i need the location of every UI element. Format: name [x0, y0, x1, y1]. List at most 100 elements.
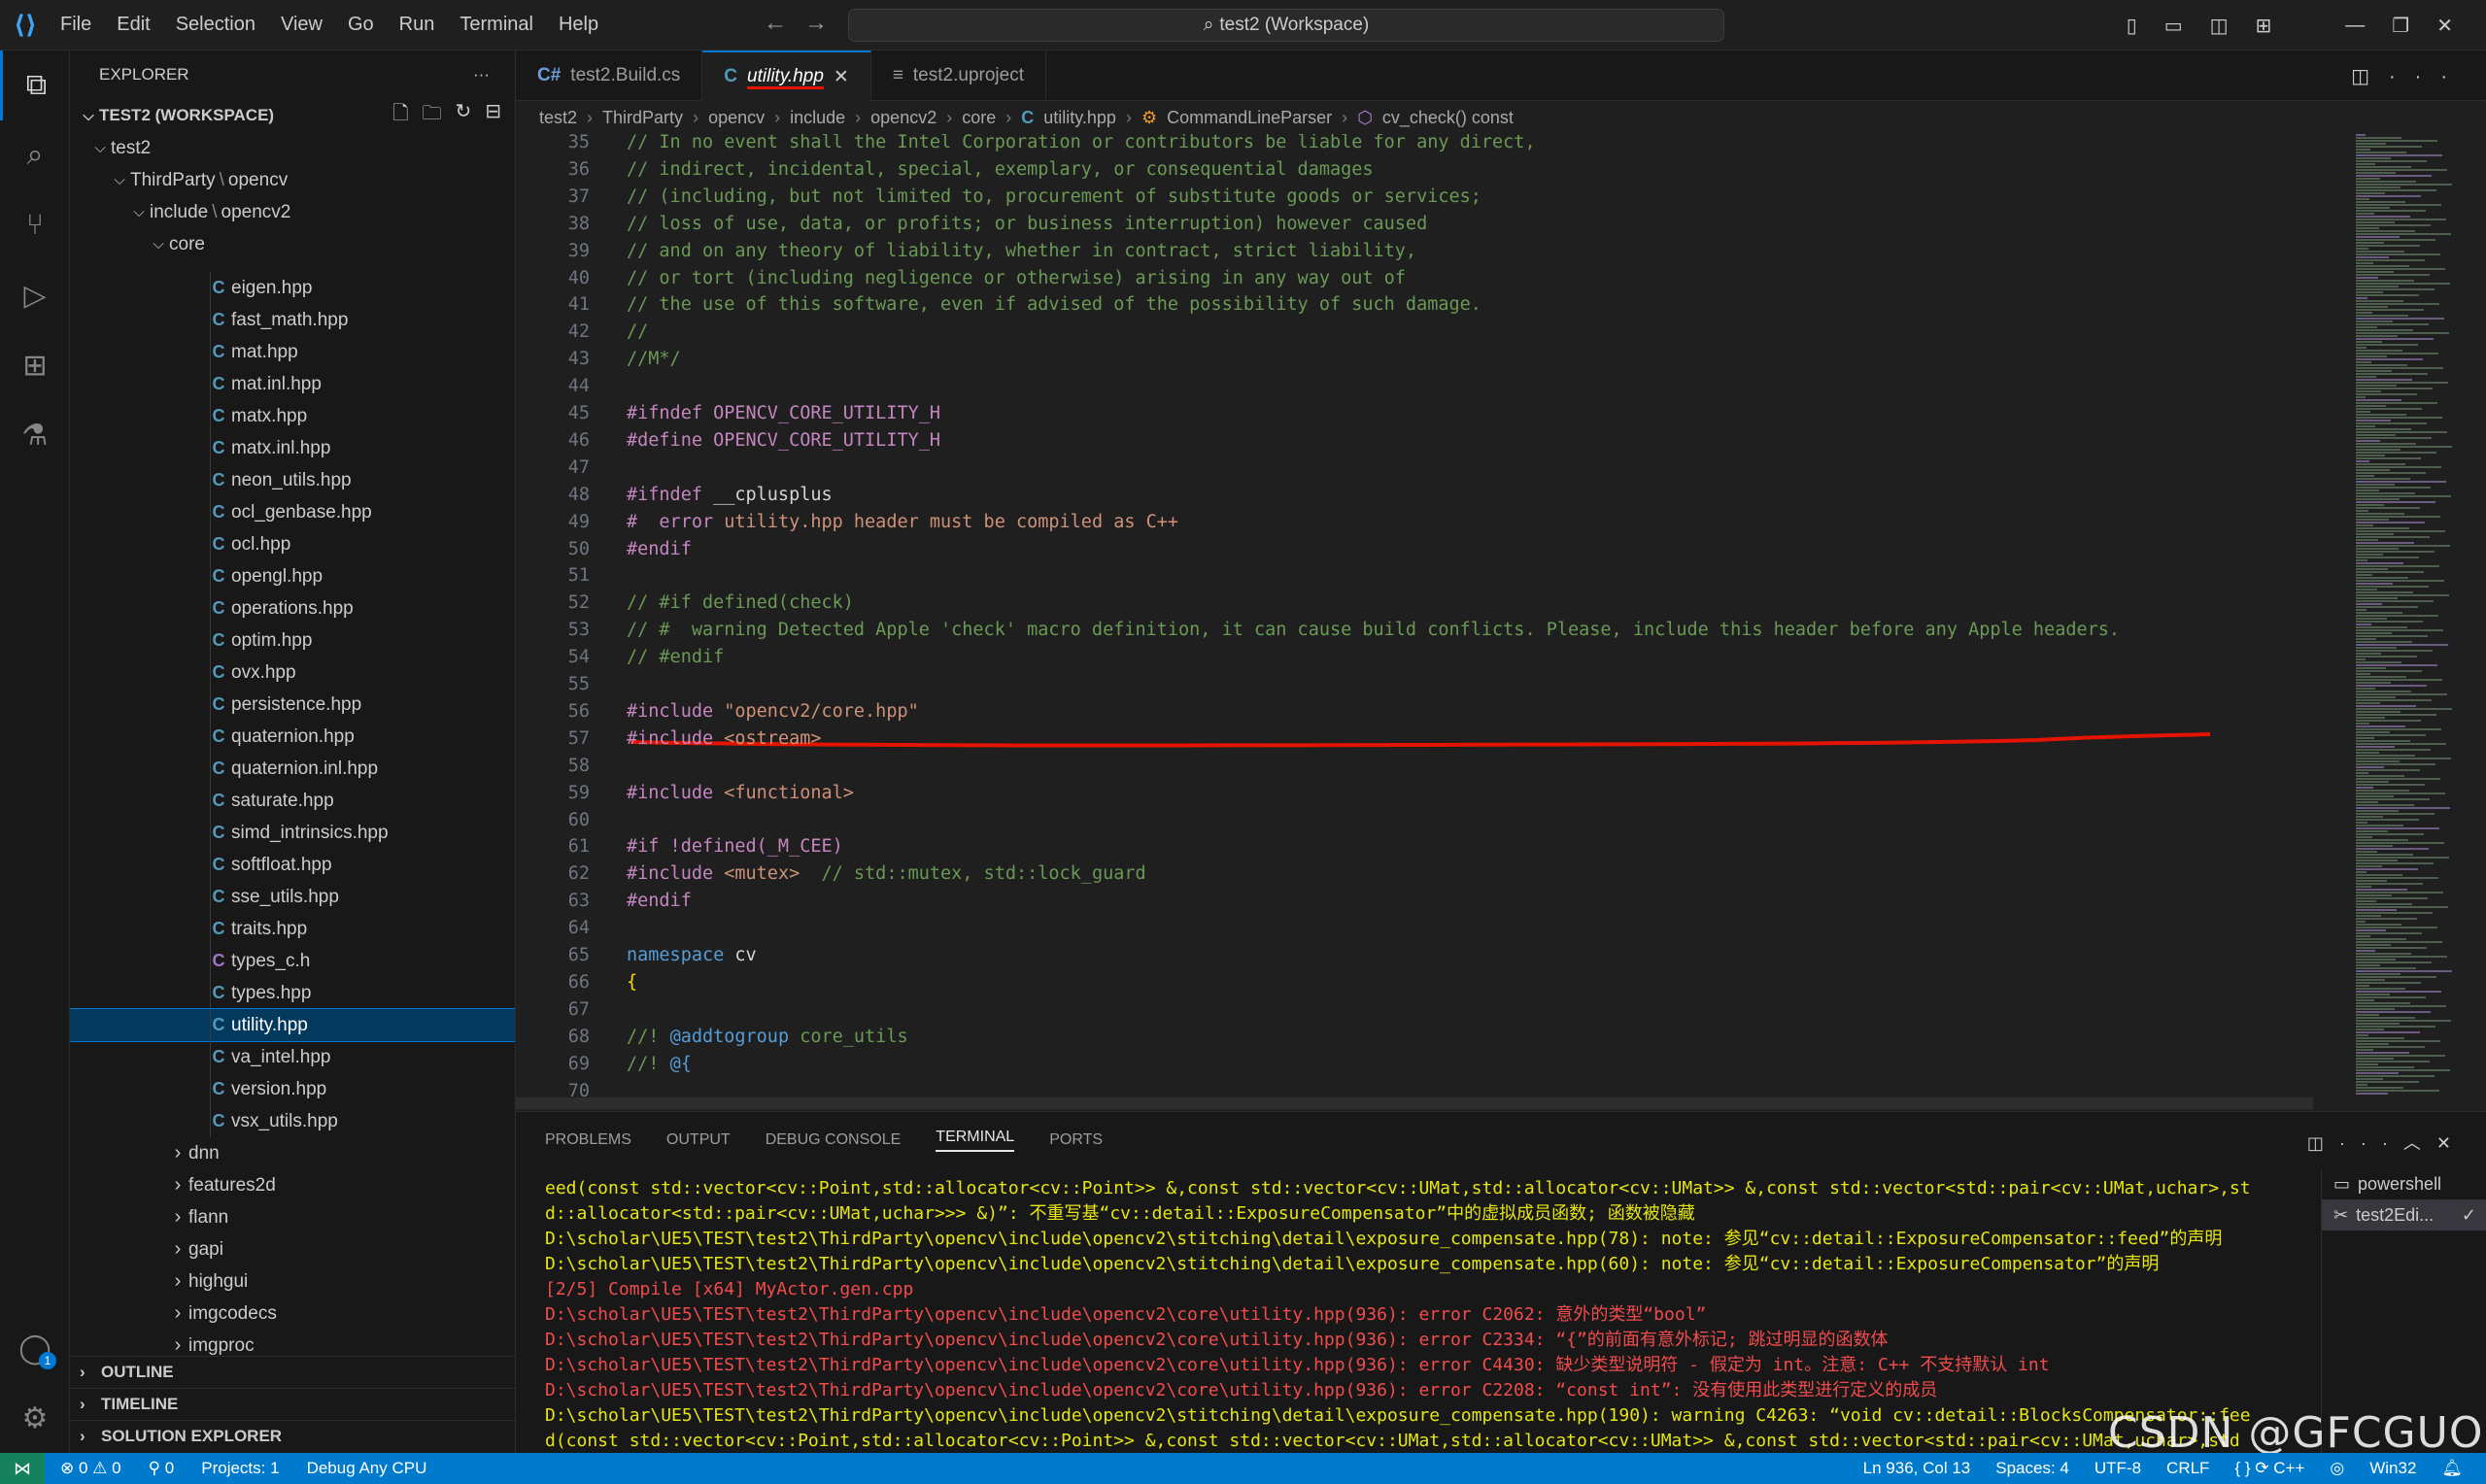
new-file-icon[interactable]: 🗋 — [392, 99, 408, 132]
run-debug-icon[interactable]: ▷ — [0, 260, 70, 330]
tree-file[interactable]: Coperations.hpp — [70, 592, 515, 624]
split-editor-icon[interactable]: ◫ — [2351, 66, 2389, 87]
testing-icon[interactable]: ⚗ — [0, 400, 70, 470]
accounts-icon[interactable]: ◯ 1 — [0, 1313, 70, 1383]
indentation[interactable]: Spaces: 4 — [1995, 1459, 2069, 1478]
close-tab-icon[interactable]: ✕ — [834, 66, 849, 88]
tree-file[interactable]: Cneon_utils.hpp — [70, 464, 515, 496]
workspace-header[interactable]: ⌵ TEST2 (WORKSPACE) 🗋 🗀 ↻ ⊟ — [70, 99, 515, 132]
tree-file[interactable]: Cquaternion.hpp — [70, 721, 515, 753]
tree-folder-test2[interactable]: ⌵ test2 — [70, 132, 515, 164]
menu-item-selection[interactable]: Selection — [176, 14, 255, 36]
platform[interactable]: Win32 — [2369, 1459, 2416, 1478]
maximize-panel-icon[interactable]: ︿ — [2403, 1133, 2436, 1153]
terminal-output[interactable]: eed(const std::vector<cv::Point,std::all… — [545, 1176, 2303, 1454]
tab-test2-build-cs[interactable]: C# test2.Build.cs — [516, 51, 703, 101]
terminal-item-test2editor[interactable]: ✂ test2Edi... ✓ — [2322, 1199, 2486, 1231]
close-window-icon[interactable]: ✕ — [2436, 14, 2453, 38]
tree-folder-core[interactable]: ⌵ core — [70, 228, 515, 260]
customize-layout-icon[interactable]: ⊞ — [2256, 14, 2272, 38]
tree-file[interactable]: Cversion.hpp — [70, 1073, 515, 1105]
forward-arrow-icon[interactable]: → — [804, 10, 845, 36]
manage-gear-icon[interactable]: ⚙ — [0, 1383, 70, 1453]
breadcrumb-item[interactable]: cv_check() const — [1382, 108, 1514, 128]
close-panel-icon[interactable]: ✕ — [2436, 1133, 2467, 1153]
minimize-icon[interactable]: — — [2345, 15, 2365, 37]
tree-file[interactable]: Cutility.hpp — [70, 1008, 515, 1042]
menu-item-view[interactable]: View — [281, 14, 323, 36]
menu-item-help[interactable]: Help — [559, 14, 598, 36]
tree-file[interactable]: Cquaternion.inl.hpp — [70, 753, 515, 785]
tree-file[interactable]: Ctypes_c.h — [70, 945, 515, 977]
tree-file[interactable]: Csimd_intrinsics.hpp — [70, 817, 515, 849]
tree-file[interactable]: Cva_intel.hpp — [70, 1041, 515, 1073]
command-center-search[interactable]: ⌕ test2 (Workspace) — [848, 9, 1724, 42]
tree-folder-features2d[interactable]: › features2d — [70, 1169, 515, 1201]
horizontal-scrollbar[interactable] — [516, 1097, 2313, 1109]
tree-file[interactable]: Cocl_genbase.hpp — [70, 496, 515, 528]
tree-file[interactable]: Covx.hpp — [70, 657, 515, 689]
more-actions-icon[interactable]: ··· — [2389, 66, 2467, 87]
menu-item-run[interactable]: Run — [399, 14, 435, 36]
breadcrumb-item[interactable]: test2 — [539, 108, 577, 128]
extensions-icon[interactable]: ⊞ — [0, 330, 70, 400]
source-control-icon[interactable]: ⑂ — [0, 190, 70, 260]
tree-file[interactable]: Cvsx_utils.hpp — [70, 1105, 515, 1137]
back-arrow-icon[interactable]: ← — [764, 10, 804, 36]
tree-file[interactable]: Cmatx.inl.hpp — [70, 432, 515, 464]
tree-file[interactable]: Ctypes.hpp — [70, 977, 515, 1009]
refresh-icon[interactable]: ↻ — [455, 99, 471, 132]
tree-file[interactable]: Cmat.hpp — [70, 336, 515, 368]
tree-folder-thirdparty-opencv[interactable]: ⌵ ThirdParty \ opencv — [70, 164, 515, 196]
tree-file[interactable]: Ctraits.hpp — [70, 913, 515, 945]
toggle-sidebar-icon[interactable]: ▯ — [2127, 14, 2137, 38]
solution-explorer-section[interactable]: › SOLUTION EXPLORER — [70, 1420, 515, 1452]
tree-file[interactable]: Cocl.hpp — [70, 528, 515, 560]
tree-file[interactable]: Ceigen.hpp — [70, 272, 515, 304]
problems-status[interactable]: ⊗ 0 ⚠ 0 — [60, 1459, 121, 1478]
tree-folder-dnn[interactable]: › dnn — [70, 1137, 515, 1169]
timeline-section[interactable]: › TIMELINE — [70, 1388, 515, 1420]
terminal-item-powershell[interactable]: ▭ powershell — [2322, 1168, 2486, 1199]
breadcrumb-item[interactable]: opencv — [708, 108, 765, 128]
tree-folder-imgcodecs[interactable]: › imgcodecs — [70, 1298, 515, 1330]
menu-item-terminal[interactable]: Terminal — [460, 14, 533, 36]
more-actions-icon[interactable]: ··· — [2339, 1133, 2403, 1153]
menu-item-file[interactable]: File — [60, 14, 91, 36]
copilot-icon[interactable]: ◎ — [2330, 1459, 2344, 1478]
build-config-status[interactable]: Debug Any CPU — [307, 1459, 427, 1478]
toggle-panel-icon[interactable]: ▭ — [2164, 14, 2183, 38]
breadcrumb-item[interactable]: ThirdParty — [602, 108, 683, 128]
tree-file[interactable]: Cfast_math.hpp — [70, 304, 515, 336]
tree-file[interactable]: Csoftfloat.hpp — [70, 849, 515, 881]
tree-file[interactable]: Cpersistence.hpp — [70, 689, 515, 721]
panel-tab-terminal[interactable]: TERMINAL — [936, 1129, 1015, 1152]
new-folder-icon[interactable]: 🗀 — [422, 99, 441, 132]
language-mode[interactable]: { } ⟳ C++ — [2234, 1459, 2304, 1478]
collapse-all-icon[interactable]: ⊟ — [485, 99, 501, 132]
tree-file[interactable]: Cmatx.hpp — [70, 400, 515, 432]
breadcrumb-item[interactable]: core — [962, 108, 996, 128]
minimap[interactable] — [2352, 134, 2467, 1109]
panel-tab-ports[interactable]: PORTS — [1049, 1131, 1103, 1149]
tree-folder-flann[interactable]: › flann — [70, 1201, 515, 1233]
tree-folder-gapi[interactable]: › gapi — [70, 1233, 515, 1265]
menu-item-edit[interactable]: Edit — [117, 14, 150, 36]
panel-tab-output[interactable]: OUTPUT — [666, 1131, 731, 1149]
tree-folder-include-opencv2[interactable]: ⌵ include \ opencv2 — [70, 196, 515, 228]
explorer-icon[interactable]: ⧉ — [0, 51, 70, 120]
notifications-icon[interactable]: 🔔︎ — [2441, 1459, 2463, 1478]
breadcrumb-item[interactable]: opencv2 — [870, 108, 937, 128]
tree-file[interactable]: Csse_utils.hpp — [70, 881, 515, 913]
toggle-secondary-sidebar-icon[interactable]: ◫ — [2210, 14, 2229, 38]
breadcrumb-item[interactable]: utility.hpp — [1043, 108, 1116, 128]
projects-status[interactable]: Projects: 1 — [201, 1459, 279, 1478]
code-editor[interactable]: 35 // In no event shall the Intel Corpora… — [516, 134, 2313, 1109]
breadcrumb-item[interactable]: include — [790, 108, 845, 128]
panel-tab-debug-console[interactable]: DEBUG CONSOLE — [766, 1131, 902, 1149]
tree-folder-highgui[interactable]: › highgui — [70, 1265, 515, 1298]
tab-test2-uproject[interactable]: ≡ test2.uproject — [871, 51, 1046, 101]
panel-tab-problems[interactable]: PROBLEMS — [545, 1131, 631, 1149]
outline-section[interactable]: › OUTLINE — [70, 1356, 515, 1388]
ports-status[interactable]: ⚲ 0 — [149, 1459, 175, 1478]
